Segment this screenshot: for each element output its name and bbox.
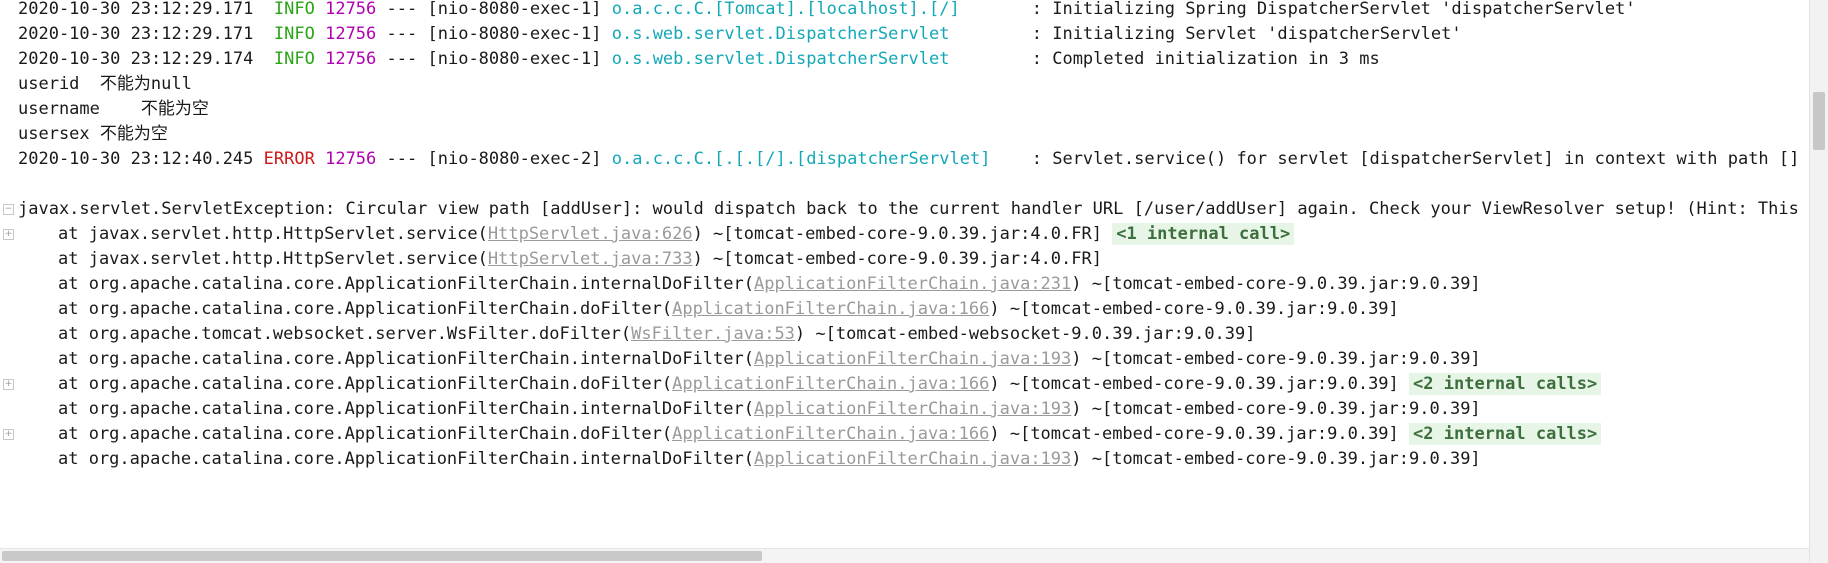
internal-calls-badge[interactable]: <2 internal calls>	[1409, 423, 1602, 445]
log-pid: 12756	[325, 0, 377, 19]
log-timestamp: 2020-10-30 23:12:29.171	[18, 24, 254, 44]
log-separator: ---	[386, 24, 418, 44]
vertical-scrollbar[interactable]	[1809, 0, 1828, 563]
source-link[interactable]: HttpServlet.java:733	[488, 249, 693, 269]
frame-method: at org.apache.catalina.core.ApplicationF…	[58, 349, 754, 369]
frame-method: at javax.servlet.http.HttpServlet.servic…	[58, 249, 488, 269]
fold-icon[interactable]: +	[3, 379, 14, 390]
log-separator: ---	[386, 0, 418, 19]
internal-calls-badge[interactable]: <2 internal calls>	[1409, 373, 1602, 395]
stack-frame: at org.apache.catalina.core.ApplicationF…	[18, 445, 1810, 474]
source-link[interactable]: ApplicationFilterChain.java:166	[672, 424, 989, 444]
frame-jar: ) ~[tomcat-embed-core-9.0.39.jar:9.0.39]	[1071, 349, 1481, 369]
log-separator: ---	[386, 149, 418, 169]
log-level: ERROR	[263, 149, 315, 169]
log-thread: [nio-8080-exec-1]	[427, 0, 602, 19]
frame-method: at org.apache.catalina.core.ApplicationF…	[58, 424, 673, 444]
log-message: : Servlet.service() for servlet [dispatc…	[1031, 149, 1810, 169]
frame-jar: ) ~[tomcat-embed-core-9.0.39.jar:4.0.FR]	[692, 224, 1102, 244]
log-pid: 12756	[325, 149, 377, 169]
log-thread: [nio-8080-exec-1]	[427, 49, 602, 69]
source-link[interactable]: WsFilter.java:53	[631, 324, 795, 344]
log-message: : Initializing Spring DispatcherServlet …	[1031, 0, 1636, 19]
frame-jar: ) ~[tomcat-embed-core-9.0.39.jar:4.0.FR]	[692, 249, 1102, 269]
log-timestamp: 2020-10-30 23:12:29.174	[18, 49, 254, 69]
source-link[interactable]: ApplicationFilterChain.java:193	[754, 349, 1071, 369]
log-thread: [nio-8080-exec-1]	[427, 24, 602, 44]
log-timestamp: 2020-10-30 23:12:40.245	[18, 149, 254, 169]
console-output[interactable]: 2020-10-30 23:12:29.171 INFO 12756 --- […	[0, 0, 1810, 563]
source-link[interactable]: ApplicationFilterChain.java:166	[672, 374, 989, 394]
log-thread: [nio-8080-exec-2]	[427, 149, 602, 169]
source-link[interactable]: ApplicationFilterChain.java:166	[672, 299, 989, 319]
horizontal-scroll-thumb[interactable]	[2, 551, 762, 561]
log-separator: ---	[386, 49, 418, 69]
source-link[interactable]: ApplicationFilterChain.java:193	[754, 399, 1071, 419]
frame-jar: ) ~[tomcat-embed-websocket-9.0.39.jar:9.…	[794, 324, 1256, 344]
fold-icon[interactable]: −	[3, 204, 14, 215]
frame-jar: ) ~[tomcat-embed-core-9.0.39.jar:9.0.39]	[989, 299, 1399, 319]
log-level: INFO	[273, 0, 315, 19]
vertical-scroll-thumb[interactable]	[1813, 92, 1825, 150]
log-level: INFO	[273, 49, 315, 69]
frame-jar: ) ~[tomcat-embed-core-9.0.39.jar:9.0.39]	[989, 374, 1399, 394]
log-pid: 12756	[325, 24, 377, 44]
fold-icon[interactable]: +	[3, 229, 14, 240]
frame-method: at org.apache.catalina.core.ApplicationF…	[58, 274, 754, 294]
source-link[interactable]: HttpServlet.java:626	[488, 224, 693, 244]
fold-icon[interactable]: +	[3, 429, 14, 440]
error-log-line: 2020-10-30 23:12:40.245 ERROR 12756 --- …	[18, 145, 1810, 174]
frame-method: at javax.servlet.http.HttpServlet.servic…	[58, 224, 488, 244]
frame-method: at org.apache.catalina.core.ApplicationF…	[58, 299, 673, 319]
log-timestamp: 2020-10-30 23:12:29.171	[18, 0, 254, 19]
fold-gutter	[0, 0, 14, 563]
frame-jar: ) ~[tomcat-embed-core-9.0.39.jar:9.0.39]	[1071, 274, 1481, 294]
frame-jar: ) ~[tomcat-embed-core-9.0.39.jar:9.0.39]	[1071, 449, 1481, 469]
log-level: INFO	[273, 24, 315, 44]
frame-jar: ) ~[tomcat-embed-core-9.0.39.jar:9.0.39]	[1071, 399, 1481, 419]
log-message: : Initializing Servlet 'dispatcherServle…	[1031, 24, 1462, 44]
log-pid: 12756	[325, 49, 377, 69]
source-link[interactable]: ApplicationFilterChain.java:231	[754, 274, 1071, 294]
frame-method: at org.apache.catalina.core.ApplicationF…	[58, 449, 754, 469]
frame-method: at org.apache.catalina.core.ApplicationF…	[58, 399, 754, 419]
source-link[interactable]: ApplicationFilterChain.java:193	[754, 449, 1071, 469]
frame-method: at org.apache.tomcat.websocket.server.Ws…	[58, 324, 632, 344]
log-logger: o.a.c.c.C.[.[.[/].[dispatcherServlet]	[611, 149, 991, 169]
frame-method: at org.apache.catalina.core.ApplicationF…	[58, 374, 673, 394]
frame-jar: ) ~[tomcat-embed-core-9.0.39.jar:9.0.39]	[989, 424, 1399, 444]
internal-calls-badge[interactable]: <1 internal call>	[1112, 223, 1295, 245]
horizontal-scrollbar[interactable]	[0, 548, 1810, 563]
log-message: : Completed initialization in 3 ms	[1031, 49, 1380, 69]
